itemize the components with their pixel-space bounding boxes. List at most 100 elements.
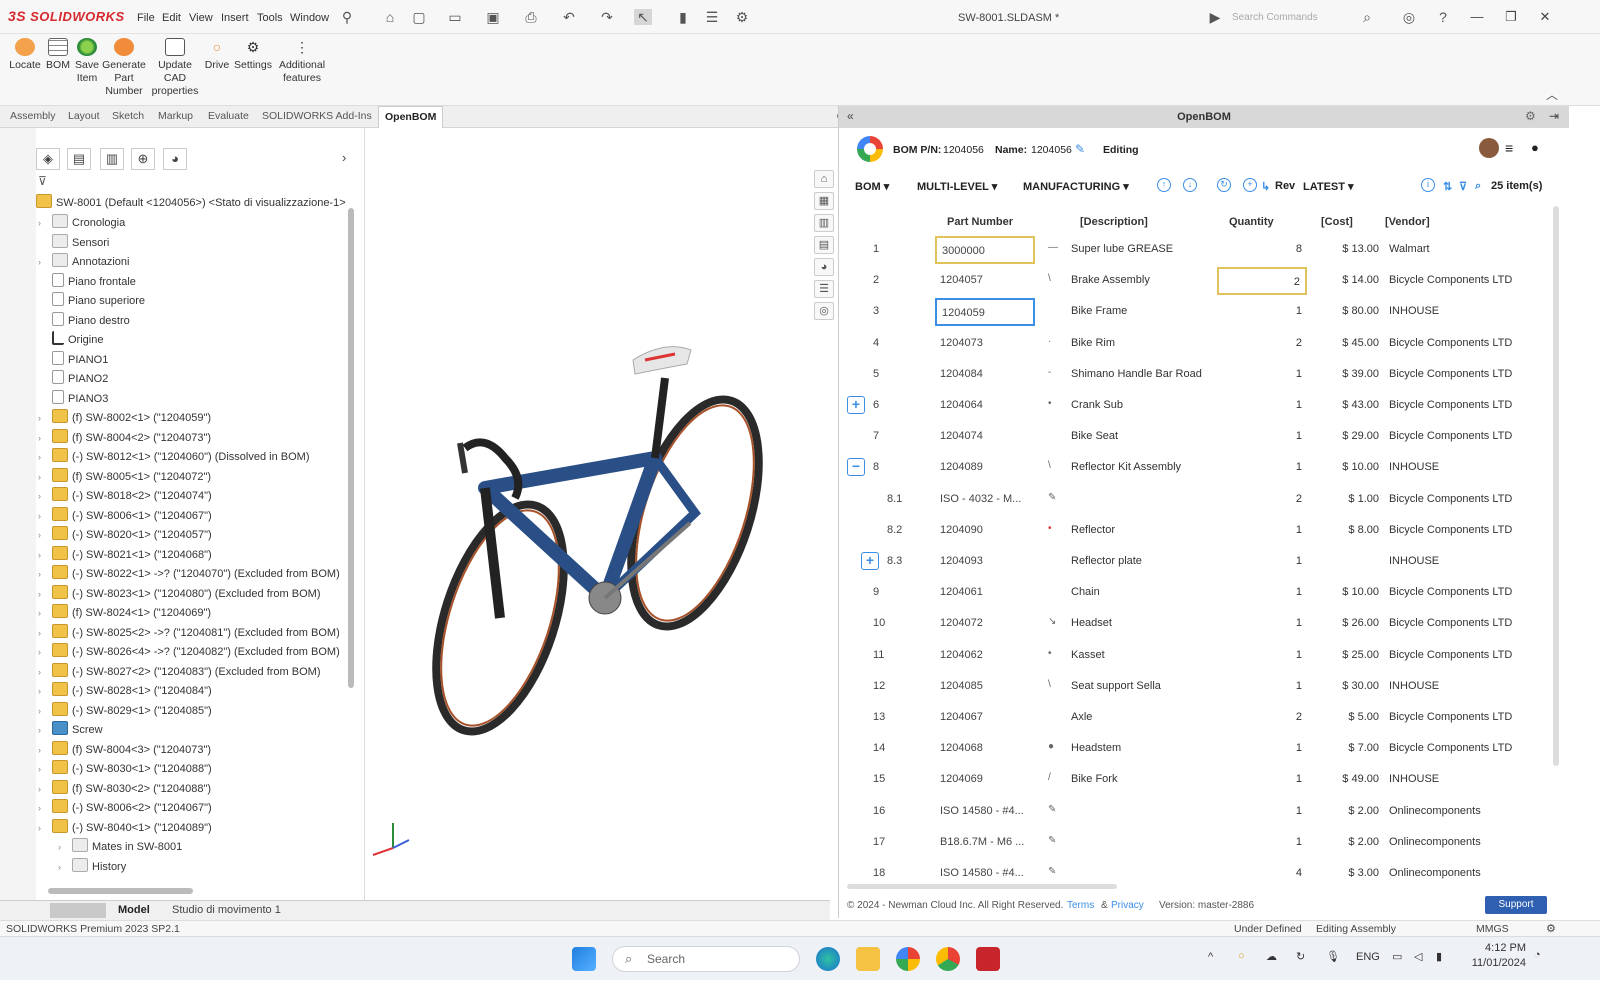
cost-cell[interactable]: $ 43.00 (1309, 399, 1379, 411)
expand-arrow-icon[interactable]: › (58, 842, 72, 852)
cost-cell[interactable]: $ 26.00 (1309, 617, 1379, 629)
part-number-cell[interactable]: 1204089 (935, 454, 1035, 482)
part-number-cell[interactable]: 1204059 (935, 298, 1035, 327)
tab-evaluate[interactable]: Evaluate (208, 110, 249, 122)
quantity-cell[interactable]: 2 (1217, 486, 1307, 514)
vendor-cell[interactable]: Bicycle Components LTD (1389, 524, 1512, 536)
vendor-cell[interactable]: Bicycle Components LTD (1389, 649, 1512, 661)
tree-item[interactable]: › (-) SW-8028<1> ("1204084") (38, 682, 212, 700)
tree-item[interactable]: › (-) SW-8027<2> ("1204083") (Excluded fr… (38, 662, 320, 681)
notification-icon[interactable]: ◔ (1534, 949, 1541, 961)
part-number-cell[interactable]: 1204090 (935, 517, 1035, 545)
quantity-cell[interactable]: 2 (1217, 267, 1307, 296)
multilevel-dropdown[interactable]: MULTI-LEVEL ▾ (917, 180, 997, 193)
bom-horizontal-scrollbar[interactable] (847, 884, 1117, 889)
quantity-cell[interactable]: 2 (1217, 330, 1307, 358)
open-folder-icon[interactable]: ▭ (446, 9, 464, 25)
description-cell[interactable]: Axle (1071, 711, 1092, 723)
column-cost[interactable]: [Cost] (1321, 216, 1353, 228)
upload-icon[interactable]: ↑ (1157, 178, 1171, 192)
openbom-pane-icon[interactable]: ◎ (814, 302, 834, 320)
design-library-icon[interactable]: ▥ (814, 214, 834, 232)
cost-cell[interactable]: $ 10.00 (1309, 586, 1379, 598)
description-cell[interactable]: Headset (1071, 617, 1112, 629)
file-explorer-icon[interactable]: ▤ (814, 236, 834, 254)
expand-arrow-icon[interactable]: › (38, 647, 52, 657)
chevron-up-icon[interactable]: ^ (1208, 951, 1213, 963)
quantity-cell[interactable]: 1 (1217, 798, 1307, 826)
cost-cell[interactable]: $ 2.00 (1309, 836, 1379, 848)
command-prompt-icon[interactable]: ▶ (1206, 9, 1224, 25)
vendor-cell[interactable]: Bicycle Components LTD (1389, 711, 1512, 723)
menu-insert[interactable]: Insert (221, 12, 249, 24)
cost-cell[interactable]: $ 14.00 (1309, 274, 1379, 286)
tree-item[interactable]: Origine (38, 331, 103, 349)
bike-model-render[interactable] (365, 128, 835, 900)
description-cell[interactable]: Chain (1071, 586, 1100, 598)
appearances-icon[interactable]: ◕ (814, 258, 834, 276)
bom-row[interactable]: 9 1204061 Chain 1 $ 10.00 Bicycle Components … (839, 577, 1569, 608)
part-number-cell[interactable]: 1204073 (935, 330, 1035, 358)
indent-icon[interactable]: ↳ (1261, 180, 1270, 193)
description-cell[interactable]: Bike Frame (1071, 305, 1127, 317)
cloud-icon[interactable]: ☁ (1266, 950, 1277, 963)
menu-window[interactable]: Window (290, 12, 329, 24)
tree-horizontal-scrollbar[interactable] (48, 888, 193, 894)
expand-arrow-icon[interactable]: › (38, 511, 52, 521)
tree-item[interactable]: › (-) SW-8025<2> ->? ("1204081") (Exclude… (38, 623, 340, 642)
tray-app-icon[interactable]: ○ (1238, 950, 1245, 962)
add-icon[interactable]: + (1243, 178, 1257, 192)
quantity-cell[interactable]: 1 (1217, 548, 1307, 576)
description-cell[interactable]: Reflector Kit Assembly (1071, 461, 1181, 473)
description-cell[interactable]: Crank Sub (1071, 399, 1123, 411)
drive-button[interactable]: ○ Drive (202, 38, 232, 72)
bom-row[interactable]: +8.3 1204093 Reflector plate 1 INHOUSE (839, 546, 1569, 577)
bom-button[interactable]: BOM (44, 38, 72, 72)
collapse-ribbon-icon[interactable]: ︿ (1546, 86, 1558, 103)
file-explorer-icon[interactable] (856, 947, 880, 971)
bom-row[interactable]: 16 ISO 14580 - #4... ✎ 1 $ 2.00 Onlinecompone… (839, 796, 1569, 827)
tree-item[interactable]: › (f) SW-8030<2> ("1204088") (38, 779, 211, 798)
expand-arrow-icon[interactable]: › (38, 413, 52, 423)
column-quantity[interactable]: Quantity (1229, 216, 1274, 228)
quantity-cell[interactable]: 1 (1217, 579, 1307, 607)
description-cell[interactable]: Bike Seat (1071, 430, 1118, 442)
tree-item[interactable]: › (f) SW-8024<1> ("1204069") (38, 604, 211, 622)
tree-item[interactable]: › (-) SW-8030<1> ("1204088") (38, 760, 212, 778)
part-number-cell[interactable]: 1204067 (935, 704, 1035, 732)
description-cell[interactable]: Kasset (1071, 649, 1105, 661)
part-number-cell[interactable]: B18.6.7M - M6 ... (935, 829, 1035, 857)
expand-arrow-icon[interactable]: › (38, 589, 52, 599)
quantity-cell[interactable]: 8 (1217, 236, 1307, 264)
expand-plus-icon[interactable]: + (861, 552, 879, 570)
tree-item[interactable]: › History (58, 857, 126, 876)
home-icon[interactable]: ⌂ (381, 9, 399, 25)
language-indicator[interactable]: ENG (1356, 951, 1380, 963)
expand-arrow-icon[interactable]: › (38, 823, 52, 833)
expand-arrow-icon[interactable]: › (38, 764, 52, 774)
gear-icon[interactable]: ⚙ (1525, 109, 1536, 123)
tree-item[interactable]: › (-) SW-8022<1> ->? ("1204070") (Exclude… (38, 565, 340, 583)
cost-cell[interactable]: $ 39.00 (1309, 368, 1379, 380)
part-number-cell[interactable]: 3000000 (935, 236, 1035, 264)
cost-cell[interactable]: $ 13.00 (1309, 243, 1379, 255)
options-icon[interactable]: ⚙ (733, 9, 751, 25)
tree-item[interactable]: › (f) SW-8004<3> ("1204073") (38, 740, 211, 759)
bom-vertical-scrollbar[interactable] (1553, 206, 1559, 766)
quantity-cell[interactable]: 1 (1217, 829, 1307, 857)
vendor-cell[interactable]: Bicycle Components LTD (1389, 368, 1512, 380)
hamburger-menu-icon[interactable]: ≡ (1505, 140, 1513, 156)
tree-vertical-scrollbar[interactable] (348, 208, 354, 688)
description-cell[interactable]: Bike Rim (1071, 337, 1115, 349)
vendor-cell[interactable]: Onlinecomponents (1389, 836, 1481, 848)
bom-row[interactable]: 4 1204073 · Bike Rim 2 $ 45.00 Bicycle Compone… (839, 328, 1569, 359)
solidworks-taskbar-icon[interactable] (976, 947, 1000, 971)
cost-cell[interactable]: $ 80.00 (1309, 305, 1379, 317)
select-arrow-icon[interactable]: ↖ (634, 9, 652, 25)
cost-cell[interactable]: $ 29.00 (1309, 430, 1379, 442)
terms-link[interactable]: Terms (1067, 900, 1094, 911)
tree-item[interactable]: › (-) SW-8020<1> ("1204057") (38, 526, 212, 544)
tree-item[interactable]: Sensori (38, 233, 109, 252)
menu-view[interactable]: View (189, 12, 213, 24)
tree-item[interactable]: Piano destro (38, 311, 130, 330)
